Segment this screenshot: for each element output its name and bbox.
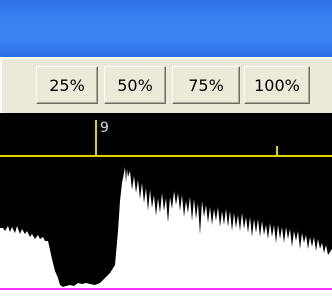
title-bar[interactable] [0, 0, 332, 57]
timeline-marker-label: 9 [100, 120, 109, 136]
zoom-100-button[interactable]: 100% [244, 66, 310, 104]
toolbar-divider [0, 57, 332, 59]
zoom-50-button[interactable]: 50% [104, 66, 166, 104]
zoom-75-button[interactable]: 75% [172, 66, 240, 104]
waveform-canvas: 9 [0, 120, 332, 299]
zoom-25-button[interactable]: 25% [36, 66, 98, 104]
app-window: 25% 50% 75% 100% 9 [0, 0, 332, 299]
waveform-shape [0, 167, 332, 299]
waveform-panel[interactable]: 9 [0, 113, 332, 299]
